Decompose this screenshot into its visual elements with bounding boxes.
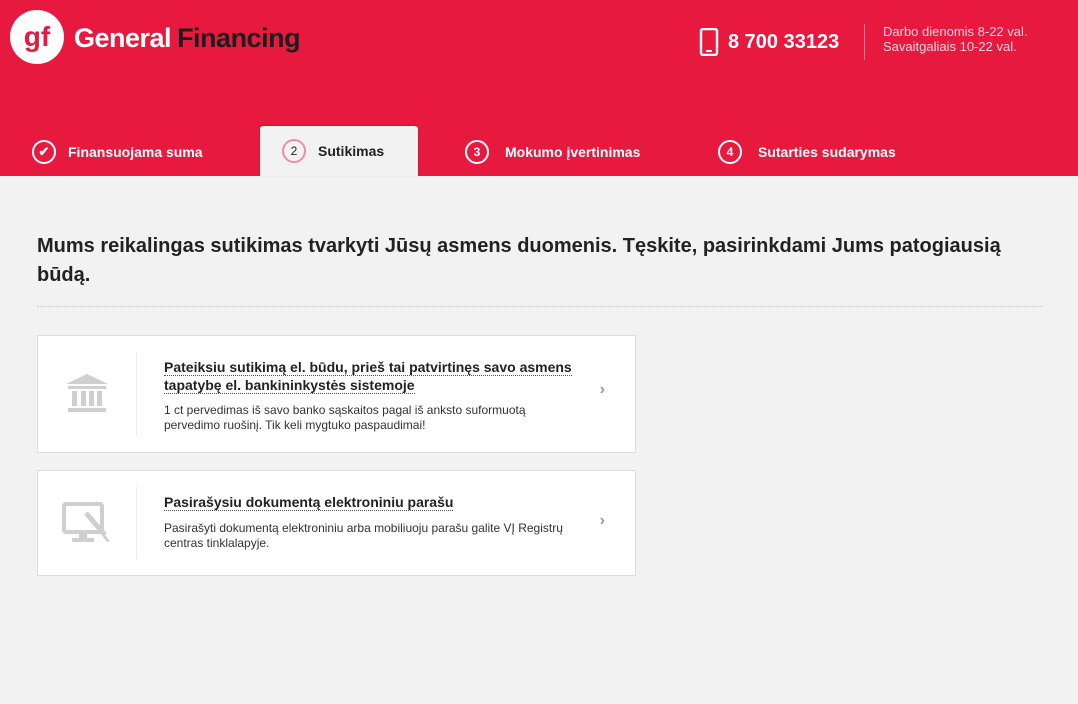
step-label: Sutarties sudarymas [758, 144, 896, 160]
step-label: Finansuojama suma [68, 144, 203, 160]
chevron-right-icon: › [599, 512, 605, 529]
chevron-right-icon: › [599, 381, 605, 398]
header-divider [864, 24, 865, 60]
page-title: Mums reikalingas sutikimas tvarkyti Jūsų… [37, 235, 1001, 286]
step-label: Mokumo įvertinimas [505, 144, 641, 160]
brand-name[interactable]: General Financing [74, 20, 301, 56]
option-bank-verification[interactable]: Pateiksiu sutikimą el. būdu, prieš tai p… [37, 335, 636, 453]
step-label: Sutikimas [318, 143, 385, 159]
phone-icon [699, 28, 719, 56]
logo-icon[interactable]: gf [10, 10, 64, 64]
monitor-signature-icon [62, 502, 110, 542]
hours-weekend: Savaitgaliais 10-22 val. [883, 39, 1017, 54]
logo-mark-text: gf [24, 21, 51, 52]
site-header: gf General Financing 8 700 33123 Darbo di… [0, 0, 1078, 176]
working-hours: Darbo dienomis 8-22 val. Savaitgaliais 1… [883, 24, 1028, 54]
option-title-text: Pateiksiu sutikimą el. būdu, prieš tai p… [164, 359, 572, 394]
step-number: 2 [282, 139, 306, 163]
option-title[interactable]: Pateiksiu sutikimą el. būdu, prieš tai p… [164, 358, 584, 394]
brand-name-part1: General [74, 23, 172, 53]
option-description: 1 ct pervedimas iš savo banko sąskaitos … [164, 403, 526, 432]
brand-name-part2: Financing [177, 23, 301, 53]
bank-icon [66, 374, 108, 412]
divider [37, 306, 1043, 307]
option-description: Pasirašyti dokumentą elektroniniu arba m… [164, 521, 563, 550]
option-title[interactable]: Pasirašysiu dokumentą elektroniniu paraš… [164, 493, 584, 511]
check-icon: ✔ [32, 140, 56, 164]
hours-weekdays: Darbo dienomis 8-22 val. [883, 24, 1028, 39]
option-electronic-signature[interactable]: Pasirašysiu dokumentą elektroniniu paraš… [37, 470, 636, 576]
step-number: 3 [465, 140, 489, 164]
step-number: 4 [718, 140, 742, 164]
step-sutarties-sudarymas[interactable]: 4 Sutarties sudarymas [718, 128, 896, 176]
phone-number[interactable]: 8 700 33123 [728, 28, 839, 56]
step-mokumo-ivertinimas[interactable]: 3 Mokumo įvertinimas [465, 128, 640, 176]
step-finansuojama-suma[interactable]: ✔ Finansuojama suma [32, 128, 203, 176]
step-sutikimas[interactable]: 2 Sutikimas [260, 126, 418, 176]
option-title-text: Pasirašysiu dokumentą elektroniniu paraš… [164, 494, 454, 511]
